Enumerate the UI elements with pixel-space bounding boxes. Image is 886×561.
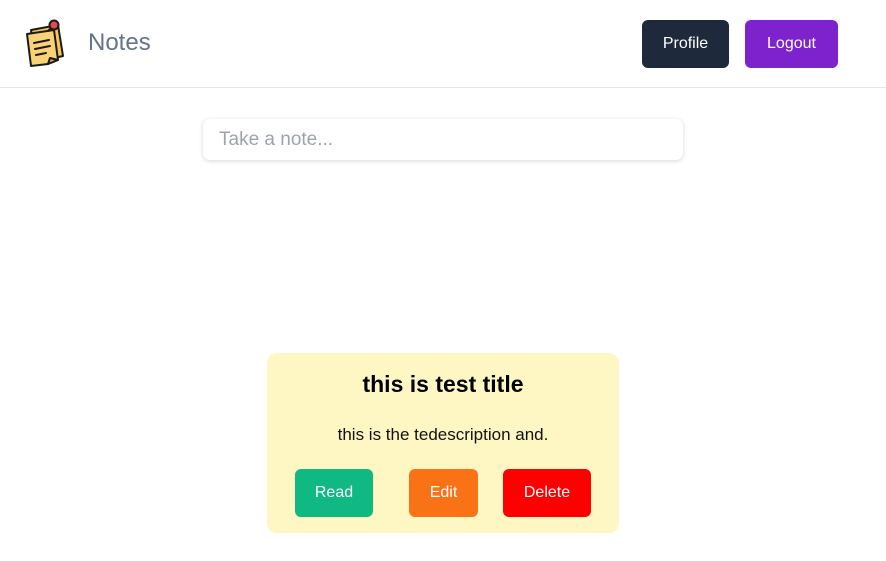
note-card: this is test title this is the tedescrip… (267, 353, 619, 533)
delete-button[interactable]: Delete (503, 469, 591, 517)
sticky-note-pin-icon (26, 19, 64, 67)
brand[interactable]: Notes (22, 18, 151, 70)
notes-app: Notes Profile Logout this is test title … (0, 0, 886, 561)
top-navbar: Notes Profile Logout (0, 0, 886, 88)
brand-name: Notes (88, 29, 151, 56)
note-title: this is test title (362, 371, 524, 397)
edit-button[interactable]: Edit (409, 469, 478, 517)
read-button[interactable]: Read (295, 469, 373, 517)
take-a-note-input[interactable] (203, 119, 683, 160)
note-description: this is the tedescription and. (337, 425, 549, 444)
profile-button[interactable]: Profile (642, 20, 729, 68)
logout-button[interactable]: Logout (745, 20, 838, 68)
